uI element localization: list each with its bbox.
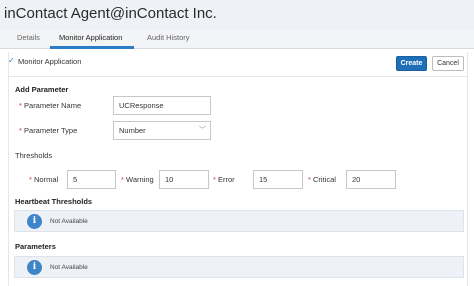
create-button[interactable]: Create: [396, 56, 427, 71]
info-icon: i: [27, 260, 42, 275]
thresholds-heading: Thresholds: [15, 151, 53, 160]
required-marker: *: [19, 126, 22, 135]
critical-input[interactable]: 20: [346, 170, 396, 189]
divider: [8, 76, 468, 77]
parameter-name-label: * Parameter Name: [19, 101, 82, 110]
cancel-button[interactable]: Cancel: [432, 56, 464, 71]
required-marker: *: [29, 175, 32, 184]
warning-input[interactable]: 10: [159, 170, 209, 189]
check-icon: ✓: [8, 56, 15, 65]
window-header: inContact Agent@inContact Inc.: [0, 0, 474, 30]
tab-details[interactable]: Details: [17, 33, 40, 42]
monitor-application-checkbox[interactable]: ✓: [8, 57, 16, 65]
form-panel: [8, 52, 468, 286]
normal-label: * Normal: [29, 175, 59, 184]
parameters-message: Not Available: [50, 264, 88, 271]
active-tab-indicator: [50, 46, 134, 49]
parameters-info-box: i Not Available: [14, 256, 464, 278]
tab-bar: Details Monitor Application Audit Histor…: [0, 30, 474, 49]
critical-label: * Critical: [308, 175, 336, 184]
required-marker: *: [308, 175, 311, 184]
warning-label: * Warning: [121, 175, 154, 184]
parameter-name-input[interactable]: UCResponse: [113, 96, 211, 115]
chevron-down-icon: ﹀: [199, 127, 206, 134]
page-title: inContact Agent@inContact Inc.: [4, 5, 217, 22]
tab-audit-history[interactable]: Audit History: [147, 33, 190, 42]
heartbeat-thresholds-heading: Heartbeat Thresholds: [15, 197, 93, 206]
heartbeat-info-box: i Not Available: [14, 210, 464, 232]
tab-monitor-application[interactable]: Monitor Application: [59, 33, 122, 42]
required-marker: *: [213, 175, 216, 184]
info-icon: i: [27, 214, 42, 229]
monitor-application-label: Monitor Application: [18, 57, 82, 66]
normal-input[interactable]: 5: [67, 170, 116, 189]
parameter-type-select[interactable]: Number ﹀: [113, 121, 211, 140]
parameter-type-label: * Parameter Type: [19, 126, 78, 135]
parameter-type-value: Number: [119, 126, 146, 135]
heartbeat-message: Not Available: [50, 218, 88, 225]
error-label: * Error: [213, 175, 235, 184]
required-marker: *: [121, 175, 124, 184]
add-parameter-heading: Add Parameter: [15, 85, 69, 94]
parameters-heading: Parameters: [15, 242, 56, 251]
error-input[interactable]: 15: [253, 170, 303, 189]
required-marker: *: [19, 101, 22, 110]
